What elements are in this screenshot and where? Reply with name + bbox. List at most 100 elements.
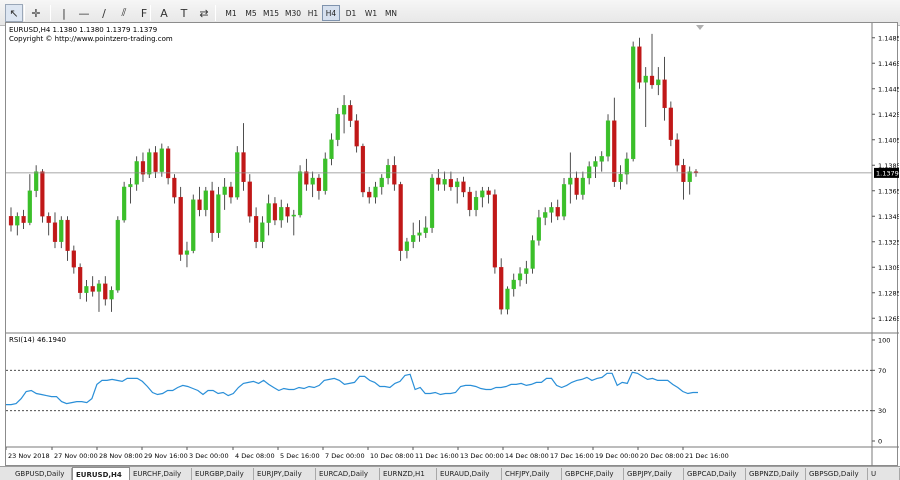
price-tick-label: 1.1365 — [878, 187, 899, 195]
timeframe-w1-button[interactable]: W1 — [362, 5, 380, 21]
text-icon: A — [160, 6, 168, 20]
symbol-tab[interactable]: EURCAD,Daily — [316, 468, 380, 480]
channel-icon: ⫽ — [121, 6, 127, 19]
candle-body — [128, 184, 133, 188]
candle-body — [499, 267, 504, 310]
rsi-series-line — [6, 371, 698, 406]
horizontal-line-icon: — — [78, 6, 90, 20]
candle-body — [71, 250, 76, 268]
candle-body — [172, 177, 177, 198]
symbol-tab[interactable]: EURCHF,Daily — [130, 468, 192, 480]
time-tick-label: 19 Dec 00:00 — [595, 452, 639, 460]
channel-tool-button[interactable]: ⫽ — [115, 4, 133, 22]
time-tick-label: 7 Dec 00:00 — [325, 452, 365, 460]
arrows-tool-button[interactable]: ⇄ — [195, 4, 213, 22]
timeframe-m1-button[interactable]: M1 — [222, 5, 240, 21]
candle-body — [310, 177, 315, 185]
candle-body — [404, 241, 410, 251]
symbol-tab[interactable]: EURGBP,Daily — [192, 468, 254, 480]
symbol-tab[interactable]: EURUSD,H4 — [72, 467, 130, 480]
candle-body — [555, 207, 560, 217]
candle-body — [517, 273, 523, 281]
candle-body — [668, 107, 673, 140]
candle-body — [90, 286, 95, 292]
candle-body — [587, 166, 592, 179]
price-tick-label: 1.1405 — [878, 136, 899, 144]
candle-body — [34, 171, 39, 191]
horizontal-line-tool-button[interactable]: — — [75, 4, 93, 22]
candle-body — [505, 288, 510, 310]
trendline-icon: ∕ — [102, 6, 106, 20]
chart-shift-marker[interactable] — [696, 25, 704, 30]
candle-body — [385, 165, 391, 179]
timeframe-h4-button[interactable]: H4 — [322, 5, 340, 21]
symbol-tab[interactable]: EURAUD,Daily — [437, 468, 502, 480]
candle-body — [8, 216, 14, 226]
candle-body — [631, 46, 636, 160]
symbol-tab[interactable]: GBPCHF,Daily — [562, 468, 624, 480]
candle-body — [27, 190, 32, 223]
candle-body — [197, 199, 202, 211]
chart-window[interactable]: 1.1485 1.1465 1.1445 1.1425 1.1405 1.1385 1.13… — [5, 22, 899, 467]
cursor-tool-button[interactable]: ↖ — [5, 4, 23, 22]
toolbar-separator — [50, 5, 51, 21]
toolbar-separator — [24, 5, 25, 21]
fibonacci-icon: F — [140, 6, 148, 20]
candle-body — [448, 179, 454, 188]
time-tick-label: 5 Dec 16:00 — [280, 452, 320, 460]
candle-body — [46, 216, 51, 223]
candle-body — [96, 283, 102, 292]
candle-body — [511, 279, 516, 290]
time-tick-label: 4 Dec 08:00 — [235, 452, 275, 460]
symbol-tab[interactable]: GBPJPY,Daily — [624, 468, 684, 480]
candle-body — [637, 46, 642, 83]
symbol-tab[interactable]: EURNZD,H1 — [380, 468, 437, 480]
timeframe-mn-button[interactable]: MN — [382, 5, 400, 21]
candle-body — [341, 105, 347, 115]
toolbar-separator — [215, 5, 216, 21]
chart-canvas[interactable]: 1.14851.14651.14451.14251.14051.13851.13… — [6, 23, 899, 467]
symbol-tab[interactable]: GBPCAD,Daily — [684, 468, 746, 480]
vertical-line-tool-button[interactable]: | — [55, 4, 73, 22]
time-tick-label: 11 Dec 16:00 — [415, 452, 459, 460]
candle-body — [78, 267, 83, 293]
candle-body — [323, 158, 328, 191]
candle-body — [65, 219, 70, 251]
time-tick-label: 23 Nov 2018 — [8, 452, 50, 460]
crosshair-icon: ✛ — [31, 6, 41, 20]
timeframe-m15-button[interactable]: M15 — [262, 5, 280, 21]
cursor-icon: ↖ — [9, 6, 19, 20]
symbol-tab[interactable]: GBPSGD,Daily — [806, 468, 868, 480]
candle-body — [348, 105, 353, 121]
label-tool-button[interactable]: T — [175, 4, 193, 22]
symbol-tab[interactable]: EURJPY,Daily — [254, 468, 316, 480]
text-tool-button[interactable]: A — [155, 4, 173, 22]
candle-body — [392, 165, 397, 185]
candle-body — [656, 79, 661, 86]
candle-body — [593, 161, 598, 167]
timeframe-m30-button[interactable]: M30 — [284, 5, 302, 21]
candle-body — [480, 190, 485, 198]
crosshair-tool-button[interactable]: ✛ — [27, 4, 45, 22]
timeframe-d1-button[interactable]: D1 — [342, 5, 360, 21]
candle-body — [524, 268, 529, 274]
symbol-tab[interactable]: U — [868, 468, 900, 480]
candle-body — [40, 171, 45, 217]
candle-body — [455, 181, 460, 188]
candle-body — [260, 222, 265, 242]
chart-tab-bar: GBPUSD,Daily EURUSD,H4 EURCHF,Daily EURGBP,… — [0, 466, 900, 480]
symbol-tab[interactable]: GBPUSD,Daily — [12, 468, 72, 480]
candle-body — [222, 186, 227, 195]
symbol-tab[interactable]: CHFJPY,Daily — [502, 468, 562, 480]
trendline-tool-button[interactable]: ∕ — [95, 4, 113, 22]
timeframe-h1-button[interactable]: H1 — [304, 5, 322, 21]
timeframe-m5-button[interactable]: M5 — [242, 5, 260, 21]
symbol-tab[interactable]: GBPNZD,Daily — [746, 468, 806, 480]
candle-body — [247, 181, 252, 217]
time-tick-label: 10 Dec 08:00 — [370, 452, 414, 460]
candle-body — [109, 290, 114, 300]
candle-body — [536, 217, 541, 241]
candle-body — [203, 190, 208, 211]
time-tick-label: 14 Dec 08:00 — [505, 452, 549, 460]
candle-body — [216, 194, 221, 233]
